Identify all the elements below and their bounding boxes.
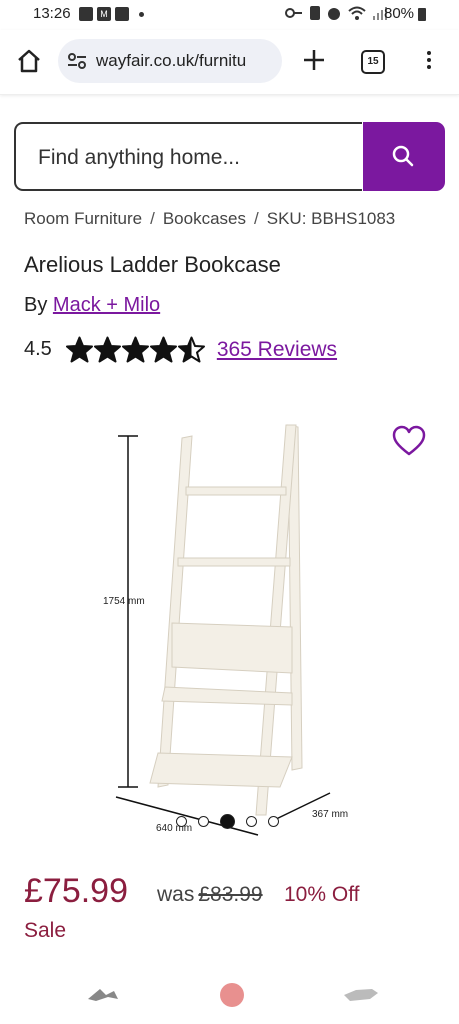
breadcrumb-separator: / (254, 209, 259, 228)
depth-dimension: 367 mm (312, 809, 348, 820)
status-time: 13:26 (33, 5, 71, 22)
carousel-dot[interactable] (176, 816, 187, 827)
thumbnail-right[interactable] (344, 989, 378, 1001)
star-icon (93, 336, 121, 363)
bottom-thumbnails (88, 983, 378, 1007)
discount-badge: 10% Off (284, 883, 360, 906)
alarm-icon (328, 8, 340, 20)
breadcrumb: Room Furniture / Bookcases / SKU: BBHS1083 (24, 209, 395, 229)
star-icon (121, 336, 149, 363)
breadcrumb-sku: SKU: BBHS1083 (266, 209, 396, 228)
carousel-dot[interactable] (198, 816, 209, 827)
wifi-icon (348, 6, 366, 20)
rating-value: 4.5 (24, 338, 52, 360)
star-icon (177, 336, 205, 363)
url-bar[interactable]: wayfair.co.uk/furnitu (58, 39, 282, 83)
calendar-icon (79, 7, 93, 21)
rating-row: 4.5 365 Reviews (24, 336, 337, 363)
carousel-dot[interactable] (268, 816, 279, 827)
menu-icon[interactable] (424, 48, 434, 74)
reviews-link[interactable]: 365 Reviews (217, 338, 337, 362)
by-label: By (24, 294, 48, 316)
breadcrumb-room-furniture[interactable]: Room Furniture (24, 209, 142, 228)
status-bar: 13:26 M 80% (0, 0, 459, 30)
heart-icon[interactable] (392, 425, 426, 457)
new-tab-button[interactable] (301, 47, 327, 73)
tune-icon[interactable] (66, 50, 88, 72)
product-image[interactable]: 1754 mm 640 mm 367 mm (0, 395, 459, 855)
search-button[interactable] (363, 122, 445, 191)
search-placeholder: Find anything home... (38, 146, 240, 169)
star-rating (65, 336, 205, 363)
search-input[interactable]: Find anything home... (14, 122, 362, 191)
breadcrumb-separator: / (150, 209, 155, 228)
star-icon (149, 336, 177, 363)
more-notifications-icon (139, 11, 144, 17)
system-icons (285, 5, 387, 21)
breadcrumb-bookcases[interactable]: Bookcases (163, 209, 246, 228)
was-label: was (157, 883, 195, 906)
gmail-icon: M (97, 7, 111, 21)
sale-label: Sale (24, 919, 67, 942)
height-dimension: 1754 mm (103, 596, 145, 607)
was-price-row: was £83.99 (157, 883, 263, 907)
thumbnail-left[interactable] (88, 989, 118, 1001)
product-byline: By Mack + Milo (24, 294, 160, 317)
sim-icon (310, 6, 320, 20)
battery-percent: 80% (384, 5, 415, 22)
brand-link[interactable]: Mack + Milo (53, 294, 160, 316)
tabs-icon[interactable]: 15 (361, 50, 385, 74)
was-price: £83.99 (198, 883, 263, 906)
carousel-dots (176, 814, 279, 829)
browser-toolbar: wayfair.co.uk/furnitu 15 (0, 30, 459, 95)
notification-icons: M (79, 7, 144, 21)
carousel-dot[interactable] (220, 814, 235, 829)
photo-icon (115, 7, 129, 21)
star-icon (65, 336, 93, 363)
battery-icon (418, 8, 426, 21)
thumbnail-center[interactable] (220, 983, 244, 1007)
home-icon[interactable] (16, 48, 42, 74)
url-text[interactable]: wayfair.co.uk/furnitu (96, 51, 276, 71)
key-icon (285, 8, 302, 18)
carousel-dot[interactable] (246, 816, 257, 827)
current-price: £75.99 (24, 872, 128, 910)
search-icon (392, 145, 414, 167)
product-title: Arelious Ladder Bookcase (24, 252, 281, 277)
plus-icon (304, 50, 324, 70)
search-bar: Find anything home... (14, 122, 445, 191)
